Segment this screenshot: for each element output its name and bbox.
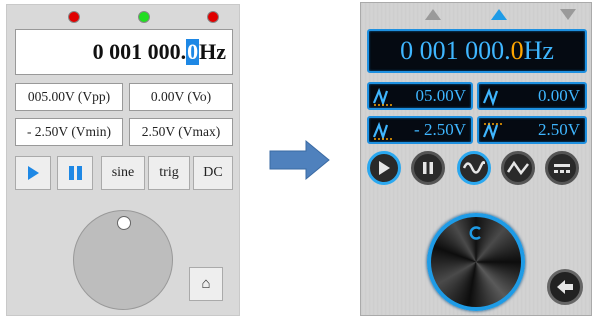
vo-value: 0.00V: [537, 86, 580, 105]
frequency-knob[interactable]: [73, 210, 173, 310]
left-ui-mockup: 0 001 000. 0 Hz 005.00V (Vpp) 0.00V (Vo) -…: [6, 4, 240, 316]
red-led-indicator: [207, 11, 219, 23]
pause-icon: [68, 166, 82, 180]
frequency-unit: Hz: [523, 36, 554, 65]
vmax-value: 2.50V: [537, 120, 580, 139]
home-button[interactable]: ⌂: [189, 267, 223, 301]
vpp-value: 05.00V: [415, 86, 466, 105]
vpp-wave-icon: [373, 88, 392, 106]
right-skinned-ui: 0 001 000. 0 Hz 05.00V 0.00V - 2.50V 2.5…: [360, 2, 592, 316]
vmin-wave-icon: [373, 122, 392, 140]
play-button[interactable]: [367, 151, 401, 185]
play-icon: [379, 161, 390, 175]
home-icon: ⌂: [201, 275, 211, 292]
knob-indicator: [117, 216, 131, 230]
dc-button[interactable]: DC: [193, 156, 233, 190]
frequency-cursor-digit[interactable]: 0: [511, 36, 524, 66]
tab-up-indicator-icon[interactable]: [425, 9, 441, 20]
sine-button[interactable]: [457, 151, 491, 185]
vpp-field[interactable]: 005.00V (Vpp): [15, 83, 123, 111]
stage: 0 001 000. 0 Hz 005.00V (Vpp) 0.00V (Vo) -…: [0, 0, 600, 320]
vo-lcd[interactable]: 0.00V: [477, 82, 587, 110]
frequency-unit: Hz: [199, 39, 226, 64]
sine-wave-icon: [463, 160, 485, 174]
tab-up-active-indicator-icon[interactable]: [491, 9, 507, 20]
sine-button[interactable]: sine: [101, 156, 145, 190]
frequency-value: 0 001 000.: [400, 36, 511, 65]
dc-icon: [554, 164, 570, 173]
dc-button[interactable]: [545, 151, 579, 185]
vmax-wave-icon: [483, 122, 502, 140]
tab-down-indicator-icon[interactable]: [560, 9, 576, 20]
vmin-lcd[interactable]: - 2.50V: [367, 116, 473, 144]
play-button[interactable]: [15, 156, 51, 190]
triangle-wave-icon: [507, 160, 529, 176]
vo-field[interactable]: 0.00V (Vo): [129, 83, 233, 111]
trig-button[interactable]: trig: [148, 156, 190, 190]
red-led-indicator: [68, 11, 80, 23]
vmax-field[interactable]: 2.50V (Vmax): [129, 118, 233, 146]
frequency-cursor-digit[interactable]: 0: [186, 39, 200, 65]
pause-button[interactable]: [57, 156, 93, 190]
green-led-indicator: [138, 11, 150, 23]
frequency-lcd[interactable]: 0 001 000. 0 Hz: [367, 29, 587, 73]
back-icon: [557, 280, 573, 294]
vmin-field[interactable]: - 2.50V (Vmin): [15, 118, 123, 146]
pause-button[interactable]: [411, 151, 445, 185]
led-row: [7, 11, 239, 25]
frequency-display[interactable]: 0 001 000. 0 Hz: [15, 29, 233, 75]
pause-icon: [423, 162, 433, 174]
vo-wave-icon: [483, 88, 499, 106]
vmax-lcd[interactable]: 2.50V: [477, 116, 587, 144]
transition-arrow-icon: [269, 139, 330, 181]
play-icon: [27, 166, 39, 180]
vpp-lcd[interactable]: 05.00V: [367, 82, 473, 110]
frequency-knob[interactable]: [427, 213, 525, 311]
back-button[interactable]: [547, 269, 583, 305]
vmin-value: - 2.50V: [414, 120, 466, 139]
trig-button[interactable]: [501, 151, 535, 185]
frequency-value: 0 001 000.: [92, 39, 187, 64]
knob-indicator: [469, 226, 481, 240]
